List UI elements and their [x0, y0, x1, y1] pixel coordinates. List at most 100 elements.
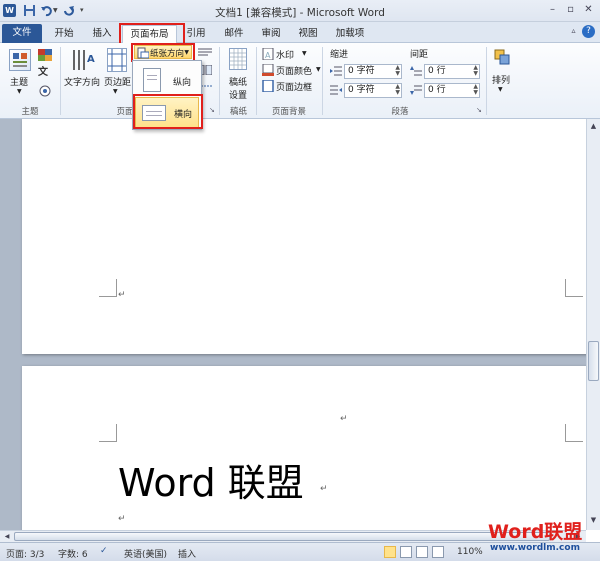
- tab-view[interactable]: 视图: [292, 25, 324, 43]
- h-scroll-thumb[interactable]: [14, 532, 550, 541]
- separator: [219, 47, 220, 115]
- indent-left-value: 0 字符: [348, 66, 375, 76]
- theme-fonts-icon[interactable]: 文: [38, 67, 52, 79]
- page-setup-launcher-icon[interactable]: ↘: [209, 106, 215, 114]
- document-page[interactable]: ↵ Word 联盟 ↵ ↵: [22, 366, 586, 530]
- page-borders-button[interactable]: 页面边框: [276, 80, 312, 93]
- themes-button[interactable]: 主题: [10, 75, 28, 88]
- size-icon[interactable]: [198, 47, 212, 57]
- title-bar: W ▼ ▾ 文档1 [兼容模式] - Microsoft Word – ▫ ✕: [0, 0, 600, 22]
- paragraph-launcher-icon[interactable]: ↘: [476, 106, 482, 114]
- manuscript-button-line2[interactable]: 设置: [229, 88, 247, 101]
- document-area[interactable]: ↵ ↵ Word 联盟 ↵ ↵: [0, 119, 586, 530]
- orientation-icon: [137, 47, 149, 59]
- tab-file[interactable]: 文件: [2, 24, 42, 43]
- vertical-scrollbar[interactable]: ▲ ▼: [586, 119, 600, 530]
- page-color-icon[interactable]: [262, 63, 274, 76]
- orientation-button[interactable]: 纸张方向 ▼: [134, 45, 192, 59]
- spacing-after-icon: [410, 85, 422, 95]
- spacing-label: 间距: [410, 50, 429, 60]
- theme-colors-icon[interactable]: [38, 49, 52, 61]
- margins-icon[interactable]: [107, 48, 127, 72]
- status-zoom[interactable]: 110%: [457, 547, 483, 557]
- orientation-landscape[interactable]: 横向: [135, 97, 199, 128]
- watermark-icon[interactable]: A: [262, 47, 274, 61]
- status-words[interactable]: 字数: 6: [58, 547, 88, 560]
- theme-effects-icon[interactable]: [38, 85, 52, 97]
- spin-arrows-icon[interactable]: ▲ ▼: [473, 84, 478, 96]
- spacing-before-input[interactable]: 0 行 ▲ ▼: [424, 64, 480, 79]
- outline-view-icon[interactable]: [432, 546, 444, 558]
- page-color-button[interactable]: 页面颜色: [276, 64, 312, 77]
- text-direction-icon[interactable]: A: [70, 48, 96, 72]
- paragraph-mark: ↵: [118, 290, 126, 300]
- spacing-before-value: 0 行: [428, 66, 446, 76]
- spin-arrows-icon[interactable]: ▲ ▼: [395, 65, 400, 77]
- status-language[interactable]: 英语(美国): [124, 547, 167, 560]
- text-direction-button[interactable]: 文字方向: [64, 75, 100, 88]
- margins-button[interactable]: 页边距: [104, 75, 131, 88]
- svg-text:A: A: [87, 54, 95, 65]
- print-layout-view-icon[interactable]: [384, 546, 396, 558]
- scroll-up-icon[interactable]: ▲: [588, 121, 599, 132]
- paragraph-mark: ↵: [340, 414, 348, 424]
- spin-arrows-icon[interactable]: ▲ ▼: [473, 65, 478, 77]
- status-mode[interactable]: 插入: [178, 547, 196, 560]
- full-screen-view-icon[interactable]: [400, 546, 412, 558]
- spacing-after-input[interactable]: 0 行 ▲ ▼: [424, 83, 480, 98]
- orientation-dropdown-icon: ▼: [184, 49, 189, 56]
- margins-dropdown-icon[interactable]: ▼: [113, 88, 118, 95]
- tab-page-layout[interactable]: 页面布局: [122, 25, 177, 45]
- maximize-icon[interactable]: ▫: [563, 4, 578, 17]
- help-icon[interactable]: ?: [582, 25, 595, 38]
- separator: [486, 47, 487, 115]
- crop-mark: [99, 279, 117, 297]
- arrange-dropdown-icon[interactable]: ▼: [498, 86, 503, 93]
- arrange-icon[interactable]: [493, 48, 511, 66]
- orientation-menu: 纵向 横向: [132, 60, 202, 130]
- spin-arrows-icon[interactable]: ▲ ▼: [395, 84, 400, 96]
- portrait-label: 纵向: [173, 78, 192, 88]
- body-text[interactable]: Word 联盟: [118, 452, 304, 507]
- group-label-themes: 主题: [21, 107, 39, 117]
- ribbon: 主题 ▼ 文 主题 A 文字方向 页边距 ▼ 纸张方向 ▼ 页面 ↘ 稿纸 设置…: [0, 43, 600, 119]
- brand-url: www.wordlm.com: [490, 543, 580, 553]
- indent-left-input[interactable]: 0 字符 ▲ ▼: [344, 64, 402, 79]
- themes-dropdown-icon[interactable]: ▼: [17, 88, 22, 95]
- minimize-icon[interactable]: –: [545, 4, 560, 17]
- paragraph-mark: ↵: [118, 514, 126, 524]
- web-layout-view-icon[interactable]: [416, 546, 428, 558]
- tab-references[interactable]: 引用: [180, 25, 212, 43]
- proofing-icon[interactable]: ✓: [100, 546, 108, 556]
- group-label-page-background: 页面背景: [271, 107, 306, 117]
- manuscript-button[interactable]: 稿纸: [229, 75, 247, 88]
- indent-right-input[interactable]: 0 字符 ▲ ▼: [344, 83, 402, 98]
- scroll-thumb[interactable]: [588, 341, 599, 381]
- manuscript-icon[interactable]: [229, 48, 247, 70]
- status-page[interactable]: 页面: 3/3: [6, 547, 44, 560]
- watermark-dropdown-icon[interactable]: ▼: [302, 50, 307, 57]
- themes-icon[interactable]: [9, 49, 31, 71]
- scroll-left-icon[interactable]: ◀: [2, 532, 12, 541]
- tab-addins[interactable]: 加载项: [330, 25, 370, 43]
- tab-home[interactable]: 开始: [48, 25, 80, 43]
- watermark-button[interactable]: 水印: [276, 48, 294, 61]
- page-borders-icon[interactable]: [262, 79, 274, 93]
- spacing-after-value: 0 行: [428, 85, 446, 95]
- close-icon[interactable]: ✕: [581, 4, 596, 17]
- portrait-icon: [143, 68, 161, 92]
- window-title: 文档1 [兼容模式] - Microsoft Word: [215, 7, 385, 19]
- page-color-dropdown-icon[interactable]: ▼: [316, 66, 321, 73]
- document-page[interactable]: ↵: [22, 119, 586, 354]
- arrange-button[interactable]: 排列: [492, 73, 510, 86]
- ribbon-tabs: 文件 开始 插入 页面布局 引用 邮件 审阅 视图 加载项 ▵ ?: [0, 22, 600, 45]
- ribbon-minimize-icon[interactable]: ▵: [566, 25, 581, 38]
- tab-mailings[interactable]: 邮件: [218, 25, 250, 43]
- crop-mark: [99, 424, 117, 442]
- landscape-icon: [142, 105, 166, 121]
- tab-review[interactable]: 审阅: [255, 25, 287, 43]
- tab-insert[interactable]: 插入: [86, 25, 118, 43]
- orientation-portrait[interactable]: 纵向: [135, 65, 199, 96]
- brand-watermark: Word联盟 www.wordlm.com: [488, 517, 598, 557]
- crop-mark: [565, 424, 583, 442]
